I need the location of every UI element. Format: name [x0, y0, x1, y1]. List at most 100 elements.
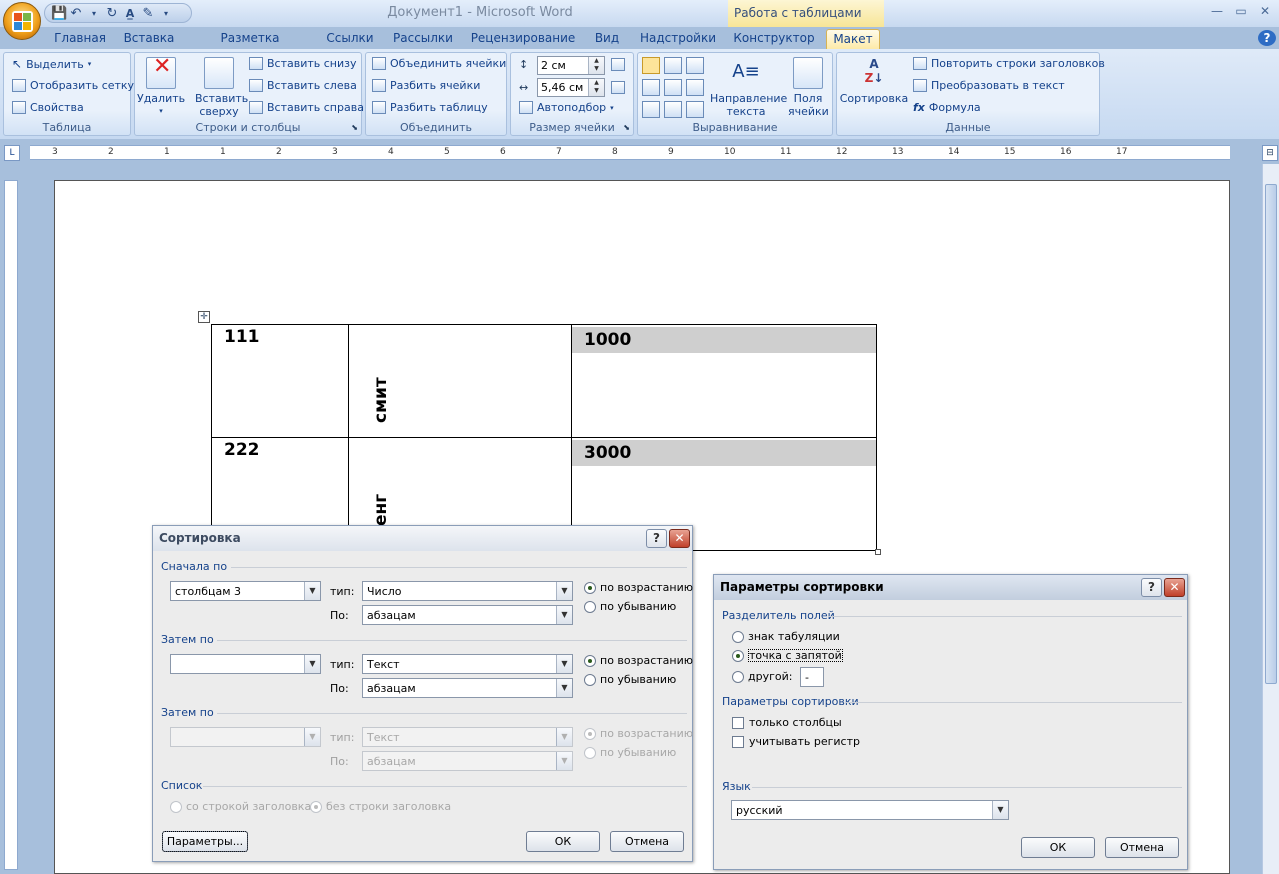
other-separator-input[interactable]: - — [800, 667, 824, 687]
align-top-center-icon[interactable] — [664, 57, 682, 74]
distribute-columns-icon[interactable] — [611, 81, 625, 94]
redo-icon[interactable]: ↻ — [105, 6, 119, 21]
chevron-down-icon: ▼ — [556, 655, 572, 673]
tab-design[interactable]: Конструктор — [730, 29, 818, 49]
first-column-select[interactable]: столбцам 3 ▼ — [170, 581, 321, 601]
vertical-scrollbar[interactable] — [1262, 164, 1279, 874]
dialog-launcher-icon[interactable]: ⬊ — [351, 123, 358, 132]
close-button[interactable]: ✕ — [1164, 578, 1185, 597]
tab-view[interactable]: Вид — [588, 29, 626, 49]
align-bottom-center-icon[interactable] — [664, 101, 682, 118]
view-gridlines-button[interactable]: Отобразить сетку — [12, 79, 134, 92]
semicolon-separator-radio[interactable]: точка с запятой — [732, 649, 843, 662]
insert-below-button[interactable]: Вставить снизу — [249, 57, 357, 70]
close-button[interactable]: ✕ — [669, 529, 690, 548]
tab-layout[interactable]: Макет — [826, 29, 880, 49]
options-button[interactable]: Параметры... — [162, 831, 248, 852]
tab-separator-radio[interactable]: знак табуляции — [732, 630, 840, 643]
tab-addins[interactable]: Надстройки — [636, 29, 720, 49]
case-sensitive-checkbox[interactable]: учитывать регистр — [732, 735, 860, 748]
formula-button[interactable]: fx Формула — [913, 101, 981, 114]
vertical-ruler[interactable] — [4, 180, 18, 870]
table-cell[interactable]: смит — [348, 324, 572, 438]
align-bottom-right-icon[interactable] — [686, 101, 704, 118]
first-descending-radio[interactable]: по убыванию — [584, 600, 676, 613]
tab-page-layout[interactable]: Разметка страницы — [190, 29, 310, 64]
second-ascending-radio[interactable]: по возрастанию — [584, 654, 693, 667]
first-by-select[interactable]: абзацам ▼ — [362, 605, 573, 625]
tab-review[interactable]: Рецензирование — [468, 29, 578, 49]
table-resize-handle[interactable] — [875, 549, 881, 555]
split-cells-icon — [372, 79, 386, 92]
tab-references[interactable]: Ссылки — [322, 29, 378, 49]
align-middle-right-icon[interactable] — [686, 79, 704, 96]
tab-mailings[interactable]: Рассылки — [390, 29, 456, 49]
horizontal-ruler[interactable]: 3 2 1 1 2 3 4 5 6 7 8 9 10 11 12 13 14 15 16 17 — [30, 145, 1230, 160]
ok-button[interactable]: ОК — [526, 831, 600, 852]
insert-left-button[interactable]: Вставить слева — [249, 79, 357, 92]
tab-home[interactable]: Главная — [50, 29, 110, 49]
second-by-select[interactable]: абзацам ▼ — [362, 678, 573, 698]
sort-button[interactable]: A Z↓ Сортировка — [839, 57, 909, 105]
cell-margins-button[interactable]: Поля ячейки — [786, 57, 830, 118]
customize-qat-icon[interactable]: ▾ — [159, 9, 173, 18]
delete-button[interactable]: ✕ Удалить ▾ — [137, 56, 185, 118]
dropdown-icon[interactable]: ▾ — [87, 9, 101, 18]
help-button[interactable]: ? — [646, 529, 667, 548]
column-width-field[interactable]: 5,46 см ▲ ▼ — [537, 78, 605, 97]
table-cell[interactable]: 111 — [211, 324, 349, 438]
dialog-launcher-icon[interactable]: ⬊ — [623, 123, 630, 132]
distribute-rows-icon[interactable] — [611, 58, 625, 71]
tab-selector[interactable]: L — [4, 145, 20, 161]
view-ruler-icon[interactable]: ⊟ — [1262, 145, 1278, 161]
properties-button[interactable]: Свойства — [12, 101, 84, 114]
second-type-select[interactable]: Текст ▼ — [362, 654, 573, 674]
second-column-select[interactable]: ▼ — [170, 654, 321, 674]
then-by-section: Затем по — [161, 633, 687, 646]
ok-button[interactable]: ОК — [1021, 837, 1095, 858]
second-descending-radio[interactable]: по убыванию — [584, 673, 676, 686]
by-label: По: — [330, 609, 349, 622]
align-middle-left-icon[interactable] — [642, 79, 660, 96]
spelling-icon[interactable]: A̲ — [123, 7, 137, 20]
scroll-thumb[interactable] — [1265, 184, 1277, 684]
first-type-select[interactable]: Число ▼ — [362, 581, 573, 601]
spinner-icon[interactable]: ▲ ▼ — [588, 79, 604, 96]
help-button[interactable]: ? — [1141, 578, 1162, 597]
language-select[interactable]: русский ▼ — [731, 800, 1009, 820]
cancel-button[interactable]: Отмена — [1105, 837, 1179, 858]
document-table[interactable]: 111 смит 1000 222 енг 3000 — [211, 324, 877, 551]
autofit-button[interactable]: Автоподбор ▾ — [519, 101, 614, 114]
new-doc-icon[interactable]: ✎ — [141, 6, 155, 21]
other-separator-radio[interactable]: другой: — [732, 670, 792, 683]
insert-right-button[interactable]: Вставить справа — [249, 101, 364, 114]
split-table-button[interactable]: Разбить таблицу — [372, 101, 488, 114]
cancel-button[interactable]: Отмена — [610, 831, 684, 852]
minimize-icon[interactable]: — — [1207, 4, 1227, 18]
table-move-handle-icon[interactable]: ✛ — [198, 311, 210, 323]
table-cell[interactable]: 1000 — [571, 324, 877, 438]
repeat-header-rows-button[interactable]: Повторить строки заголовков — [913, 57, 1105, 70]
first-ascending-radio[interactable]: по возрастанию — [584, 581, 693, 594]
sort-columns-only-checkbox[interactable]: только столбцы — [732, 716, 842, 729]
undo-icon[interactable]: ↶ — [69, 6, 83, 21]
help-icon[interactable]: ? — [1258, 30, 1276, 46]
align-bottom-left-icon[interactable] — [642, 101, 660, 118]
text-direction-button[interactable]: A≡ Направление текста — [708, 57, 787, 118]
tab-insert[interactable]: Вставка — [118, 29, 180, 49]
spinner-icon[interactable]: ▲ ▼ — [588, 57, 604, 74]
row-height-field[interactable]: 2 см ▲ ▼ — [537, 56, 605, 75]
select-button[interactable]: ↖ Выделить ▾ — [12, 57, 91, 71]
align-top-right-icon[interactable] — [686, 57, 704, 74]
insert-above-button[interactable]: Вставить сверху — [189, 57, 249, 118]
office-button[interactable] — [3, 2, 41, 40]
radio-icon — [732, 649, 744, 662]
split-cells-button[interactable]: Разбить ячейки — [372, 79, 480, 92]
merge-cells-button[interactable]: Объединить ячейки — [372, 57, 506, 70]
convert-to-text-button[interactable]: Преобразовать в текст — [913, 79, 1065, 92]
close-icon[interactable]: ✕ — [1255, 4, 1275, 18]
align-middle-center-icon[interactable] — [664, 79, 682, 96]
save-icon[interactable]: 💾 — [51, 6, 67, 21]
align-top-left-icon[interactable] — [642, 57, 660, 74]
maximize-icon[interactable]: ▭ — [1231, 4, 1251, 18]
